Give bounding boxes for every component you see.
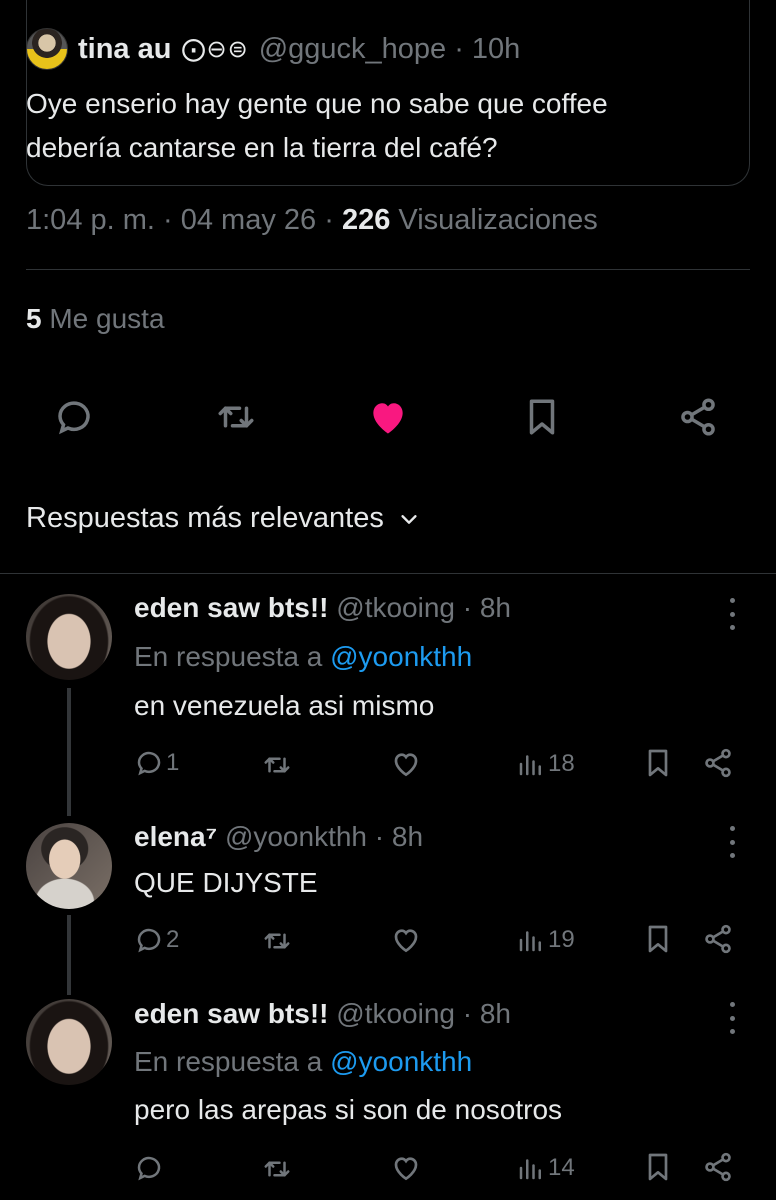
- avatar[interactable]: [26, 28, 68, 70]
- reply-like-button[interactable]: [390, 1152, 422, 1184]
- retweet-icon: [264, 757, 290, 773]
- share-button[interactable]: [676, 395, 720, 439]
- chevron-down-icon: [401, 514, 417, 524]
- replies-sort-dropdown[interactable]: Respuestas más relevantes: [26, 502, 420, 535]
- reply-views-button[interactable]: 18: [516, 749, 575, 779]
- comment-icon: [137, 1156, 161, 1181]
- more-options-button[interactable]: [722, 1002, 742, 1034]
- comment-icon: [137, 751, 161, 776]
- reply-to-mention[interactable]: @yoonkthh: [330, 1046, 472, 1077]
- tweet-time[interactable]: 1:04 p. m.: [26, 204, 155, 236]
- retweet-icon: [264, 933, 290, 949]
- bookmark-icon: [529, 399, 555, 435]
- reply-button[interactable]: [52, 395, 96, 439]
- avatar[interactable]: [26, 999, 112, 1085]
- likes-count: 5: [26, 303, 42, 334]
- divider: [0, 573, 776, 574]
- heart-icon: [394, 753, 418, 777]
- reply-text: pero las arepas si son de nosotros: [134, 1094, 563, 1125]
- bookmark-icon: [648, 1153, 668, 1181]
- more-options-button[interactable]: [722, 598, 742, 630]
- views-count: 18: [548, 750, 575, 777]
- like-button[interactable]: [366, 395, 410, 439]
- tweet-date: · 04 may 26 ·: [163, 204, 334, 236]
- quoted-author-handle: @gguck_hope · 10h: [258, 32, 521, 65]
- comment-count: 2: [166, 926, 180, 953]
- comment-icon: [137, 928, 161, 953]
- reply-like-button[interactable]: [390, 924, 422, 956]
- more-options-button[interactable]: [722, 826, 742, 858]
- views-count: 14: [548, 1154, 575, 1181]
- quoted-author-name[interactable]: tina au: [78, 33, 171, 66]
- likes-label: Me gusta: [49, 303, 165, 334]
- bookmark-button[interactable]: [520, 395, 564, 439]
- analytics-icon: [519, 931, 541, 952]
- comment-count: 1: [166, 749, 180, 776]
- tweet-detail-page: tina au ⨀⊖⊜ @gguck_hope · 10h Oye enseri…: [0, 0, 776, 1200]
- reply-share-button[interactable]: [702, 747, 734, 779]
- reply-text: en venezuela asi mismo: [134, 690, 435, 721]
- views-label: Visualizaciones: [398, 204, 598, 236]
- reply-views-button[interactable]: 14: [516, 1153, 575, 1183]
- reply-author-name[interactable]: eden saw bts!!: [134, 592, 328, 623]
- reply-to-mention[interactable]: @yoonkthh: [330, 641, 472, 672]
- quoted-tweet-text: Oye enserio hay gente que no sabe que co…: [26, 88, 608, 163]
- share-icon: [705, 1152, 731, 1182]
- tweet-meta: 1:04 p. m. · 04 may 26 · 226 Visualizaci…: [26, 204, 598, 237]
- reply-share-button[interactable]: [702, 923, 734, 955]
- share-icon: [705, 748, 731, 778]
- reply-retweet-button[interactable]: [262, 750, 292, 780]
- reply-to-prefix: En respuesta a: [134, 641, 323, 672]
- thread-line: [67, 915, 71, 995]
- heart-filled-icon: [373, 403, 403, 434]
- heart-icon: [394, 929, 418, 953]
- bookmark-icon: [648, 925, 668, 953]
- reply-author-handle: @yoonkthh · 8h: [224, 821, 424, 852]
- name-badges: ⨀⊖⊜: [181, 35, 249, 63]
- reply-author-name[interactable]: eden saw bts!!: [134, 998, 328, 1029]
- retweet-button[interactable]: [214, 395, 258, 439]
- reply-like-button[interactable]: [390, 748, 422, 780]
- thread-line: [67, 688, 71, 816]
- reply-comment-button[interactable]: 2: [134, 925, 179, 955]
- reply-comment-button[interactable]: [134, 1153, 166, 1183]
- reply-author-handle: @tkooing · 8h: [336, 592, 512, 623]
- reply-bookmark-button[interactable]: [642, 747, 674, 779]
- divider: [26, 269, 750, 270]
- share-icon: [681, 398, 715, 436]
- reply-views-button[interactable]: 19: [516, 925, 575, 955]
- reply-author-handle: @tkooing · 8h: [336, 998, 512, 1029]
- heart-icon: [394, 1157, 418, 1181]
- analytics-icon: [519, 755, 541, 776]
- avatar[interactable]: [26, 594, 112, 680]
- reply-bookmark-button[interactable]: [642, 1151, 674, 1183]
- comment-icon: [58, 401, 90, 435]
- reply-share-button[interactable]: [702, 1151, 734, 1183]
- reply-bookmark-button[interactable]: [642, 923, 674, 955]
- reply-retweet-button[interactable]: [262, 926, 292, 956]
- sort-label: Respuestas más relevantes: [26, 502, 384, 534]
- likes-summary[interactable]: 5 Me gusta: [26, 303, 165, 335]
- bookmark-icon: [648, 749, 668, 777]
- avatar[interactable]: [26, 823, 112, 909]
- analytics-icon: [519, 1159, 541, 1180]
- share-icon: [705, 924, 731, 954]
- reply-text: QUE DIJYSTE: [134, 867, 318, 898]
- views-count: 226: [341, 204, 391, 236]
- reply-to-prefix: En respuesta a: [134, 1046, 323, 1077]
- retweet-icon: [218, 406, 254, 428]
- retweet-icon: [264, 1161, 290, 1177]
- views-count: 19: [548, 926, 575, 953]
- reply-comment-button[interactable]: 1: [134, 748, 179, 778]
- reply-retweet-button[interactable]: [262, 1154, 292, 1184]
- reply-author-name[interactable]: elena⁷: [134, 821, 217, 852]
- quoted-tweet-header: tina au ⨀⊖⊜ @gguck_hope · 10h: [26, 28, 520, 70]
